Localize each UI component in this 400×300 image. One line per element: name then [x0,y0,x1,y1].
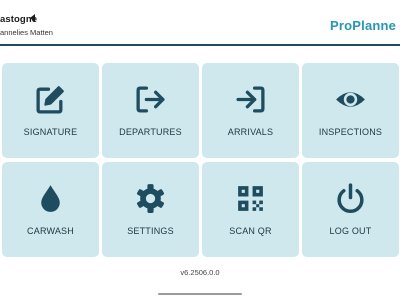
settings-button[interactable]: SETTINGS [102,162,199,257]
user-name: annelies Matten [0,28,53,37]
tile-label: LOG OUT [329,226,372,236]
eye-icon [334,83,367,116]
brand-logo: ProPlanne [330,18,397,33]
tile-label: CARWASH [27,226,74,236]
signature-button[interactable]: SIGNATURE [2,63,99,158]
departures-button[interactable]: DEPARTURES [102,63,199,158]
qr-code-icon [234,182,267,215]
tile-label: SCAN QR [229,226,272,236]
edit-icon [34,83,67,116]
login-arrow-icon [234,83,267,116]
home-indicator[interactable] [158,293,242,295]
app-version: v6.2506.0.0 [180,268,220,277]
carwash-button[interactable]: CARWASH [2,162,99,257]
tile-label: SIGNATURE [23,127,78,137]
tile-label: ARRIVALS [227,127,274,137]
tile-label: SETTINGS [127,226,174,236]
tile-label: INSPECTIONS [318,127,383,137]
app-header: astogne annelies Matten ProPlanne [0,0,400,46]
gear-icon [134,182,167,215]
log-out-button[interactable]: LOG OUT [302,162,399,257]
power-icon [334,182,367,215]
caret-left-icon[interactable] [30,14,35,22]
arrivals-button[interactable]: ARRIVALS [202,63,299,158]
inspections-button[interactable]: INSPECTIONS [302,63,399,158]
tile-label: DEPARTURES [119,127,182,137]
scan-qr-button[interactable]: SCAN QR [202,162,299,257]
drop-icon [34,182,67,215]
logout-arrow-icon [134,83,167,116]
